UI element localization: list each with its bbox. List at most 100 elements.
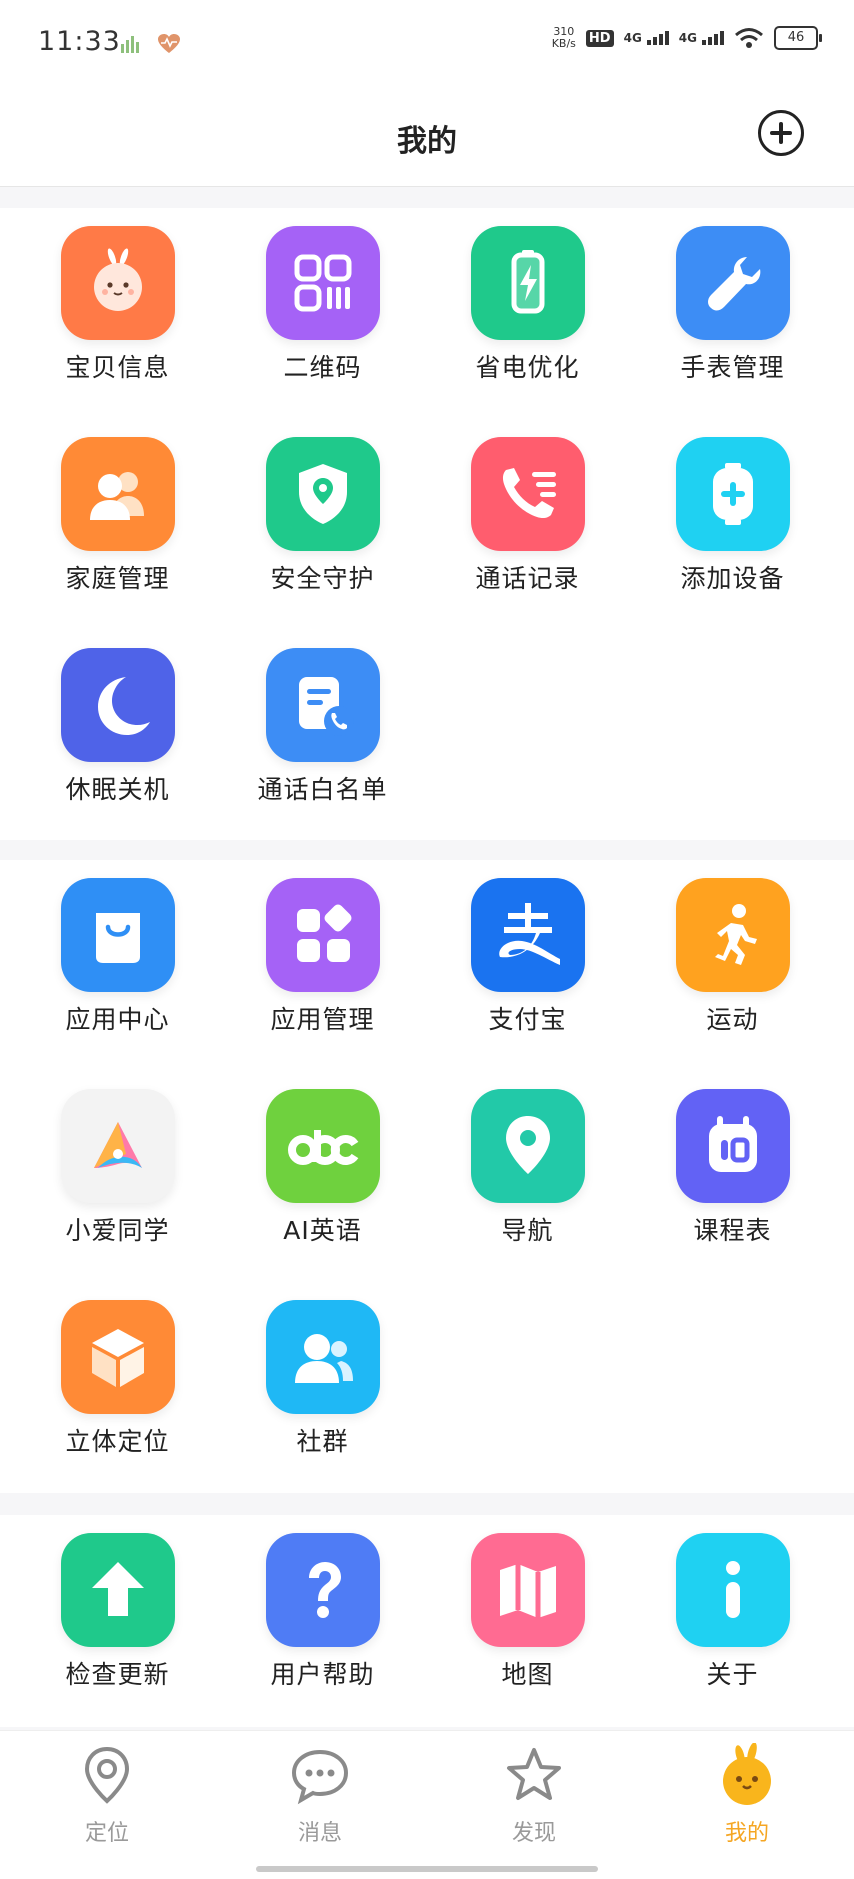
- speed-unit: KB/s: [551, 37, 576, 50]
- tile-battery[interactable]: 省电优化: [425, 208, 630, 419]
- network-type-1: 4G: [623, 31, 642, 45]
- nav-item-discover[interactable]: 发现: [464, 1743, 604, 1847]
- tile-label: 休眠关机: [65, 775, 170, 804]
- bottom-nav: 定位 消息 发现 我的: [0, 1730, 854, 1879]
- home-indicator[interactable]: [256, 1866, 598, 1872]
- map-icon: [470, 1533, 585, 1647]
- baby-icon-glyph: [93, 248, 142, 311]
- tile-label: 通话白名单: [257, 775, 388, 804]
- nav-item-mine[interactable]: 我的: [677, 1743, 817, 1847]
- signal-1: 4G: [624, 31, 669, 45]
- nav-label: 定位: [84, 1821, 129, 1846]
- star-icon: [507, 1748, 561, 1800]
- tile-arrow-up[interactable]: 检查更新: [15, 1515, 220, 1726]
- tile-abc[interactable]: AI英语: [220, 1071, 425, 1282]
- tile-whitelist[interactable]: 通话白名单: [220, 630, 425, 841]
- tile-grid: 应用中心 应用管理 支付宝 运动小爱同学 AI英语 导航 课程表立体定位 社群: [0, 860, 854, 1493]
- tile-label: 导航: [501, 1216, 554, 1245]
- tile-label: 添加设备: [680, 564, 785, 593]
- tile-app-grid[interactable]: 应用管理: [220, 860, 425, 1071]
- tile-alipay[interactable]: 支付宝: [425, 860, 630, 1071]
- tile-label: 二维码: [283, 353, 362, 382]
- call-log-icon-glyph: [502, 468, 556, 519]
- nav-item-messages[interactable]: 消息: [250, 1743, 390, 1847]
- network-type-2: 4G: [678, 31, 697, 45]
- question-icon-glyph: [308, 1562, 341, 1618]
- whitelist-icon: [265, 648, 380, 762]
- nav-label: 发现: [511, 1821, 556, 1846]
- tile-wrench[interactable]: 手表管理: [630, 208, 835, 419]
- mascot-icon: [723, 1743, 771, 1805]
- tile-shield[interactable]: 安全守护: [220, 419, 425, 630]
- tile-label: 应用管理: [270, 1005, 375, 1034]
- tile-label: 运动: [706, 1005, 759, 1034]
- question-icon: [265, 1533, 380, 1647]
- map-icon-glyph: [499, 1564, 556, 1618]
- tile-add-device[interactable]: 添加设备: [630, 419, 835, 630]
- location-pin-icon-glyph: [505, 1116, 550, 1174]
- tile-family[interactable]: 家庭管理: [15, 419, 220, 630]
- arrow-up-icon-glyph: [91, 1562, 144, 1616]
- info-icon-glyph: [725, 1561, 740, 1618]
- tile-call-log[interactable]: 通话记录: [425, 419, 630, 630]
- tile-grid: 宝贝信息 二维码 省电优化 手表管理家庭管理 安全守护 通话记录 添加设备休眠关机 通话白名单: [0, 208, 854, 841]
- shopping-bag-icon: [60, 878, 175, 992]
- tile-xiaoai[interactable]: 小爱同学: [15, 1071, 220, 1282]
- tile-running[interactable]: 运动: [630, 860, 835, 1071]
- qr-code-icon: [265, 226, 380, 340]
- community-icon-glyph: [294, 1334, 353, 1383]
- section-support: 检查更新 用户帮助 地图 关于: [0, 1515, 854, 1727]
- tile-label: 省电优化: [475, 353, 580, 382]
- battery-indicator: 46: [774, 26, 822, 50]
- tile-moon[interactable]: 休眠关机: [15, 630, 220, 841]
- alipay-icon-glyph: [498, 903, 560, 965]
- tile-label: 关于: [706, 1660, 759, 1689]
- tile-label: 通话记录: [475, 564, 580, 593]
- qr-code-icon-glyph: [294, 254, 351, 312]
- wifi-icon: [735, 28, 763, 48]
- tile-info[interactable]: 关于: [630, 1515, 835, 1726]
- tile-location-pin[interactable]: 导航: [425, 1071, 630, 1282]
- plus-circle-icon[interactable]: [758, 110, 804, 156]
- status-bar: 11:33 310 KB/s HD 4G 4G 46: [0, 0, 854, 90]
- shield-icon-glyph: [298, 464, 347, 524]
- wrench-icon-glyph: [707, 257, 760, 311]
- baby-icon: [60, 226, 175, 340]
- battery-icon-glyph: [511, 250, 544, 314]
- moon-icon: [60, 648, 175, 762]
- tile-label: 应用中心: [65, 1005, 170, 1034]
- nav-label: 消息: [297, 1821, 342, 1846]
- status-time: 11:33: [38, 26, 121, 57]
- call-log-icon: [470, 437, 585, 551]
- tile-qr-code[interactable]: 二维码: [220, 208, 425, 419]
- tile-label: 小爱同学: [65, 1216, 170, 1245]
- tile-question[interactable]: 用户帮助: [220, 1515, 425, 1726]
- tile-cube[interactable]: 立体定位: [15, 1282, 220, 1493]
- tile-baby[interactable]: 宝贝信息: [15, 208, 220, 419]
- app-grid-icon: [265, 878, 380, 992]
- tile-community[interactable]: 社群: [220, 1282, 425, 1493]
- add-device-icon: [675, 437, 790, 551]
- tile-shopping-bag[interactable]: 应用中心: [15, 860, 220, 1071]
- heart-rate-icon: [158, 34, 180, 53]
- family-icon-glyph: [89, 472, 144, 520]
- tile-label: 地图: [501, 1660, 554, 1689]
- tile-label: 安全守护: [270, 564, 375, 593]
- moon-icon-glyph: [97, 677, 150, 735]
- shield-icon: [265, 437, 380, 551]
- tile-label: AI英语: [283, 1216, 362, 1245]
- tile-calendar[interactable]: 课程表: [630, 1071, 835, 1282]
- network-speed: 310 KB/s: [552, 26, 576, 50]
- tile-map[interactable]: 地图: [425, 1515, 630, 1726]
- running-icon-glyph: [714, 904, 757, 965]
- message-icon: [291, 1749, 349, 1805]
- hd-badge: HD: [585, 29, 614, 47]
- cube-icon-glyph: [91, 1329, 144, 1387]
- location-icon: [84, 1746, 130, 1804]
- tile-label: 立体定位: [65, 1427, 170, 1456]
- arrow-up-icon: [60, 1533, 175, 1647]
- header: 我的: [0, 90, 854, 187]
- signal-bars-icon: [702, 31, 724, 45]
- nav-item-location[interactable]: 定位: [37, 1743, 177, 1847]
- wrench-icon: [675, 226, 790, 340]
